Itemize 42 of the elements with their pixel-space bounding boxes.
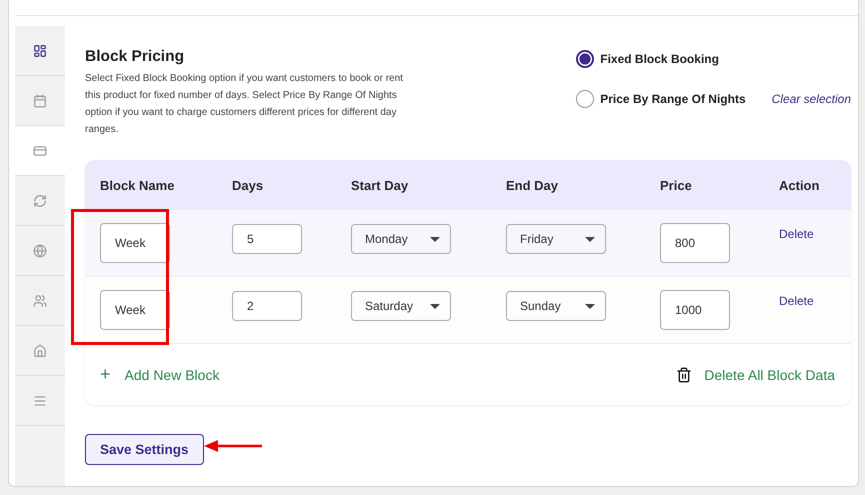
sync-icon [33,194,47,208]
arrow-icon [204,439,264,453]
column-header: Price [660,178,693,192]
days-field[interactable]: 5 [232,224,302,254]
column-header: Action [779,178,820,192]
delete-link[interactable]: Delete [779,294,851,308]
end-day-dropdown[interactable]: Sunday [506,291,606,321]
trash-icon [676,366,692,382]
people-icon [33,294,47,308]
days-field[interactable]: 2 [232,291,302,321]
save-settings-button[interactable]: Save Settings [85,434,204,465]
dashboard-icon [33,44,47,58]
start-day-dropdown[interactable]: Saturday [351,291,451,321]
radio-label: Price By Range Of Nights [600,92,746,106]
radio-button[interactable] [576,50,594,68]
radio-label: Fixed Block Booking [600,52,719,66]
caret-icon [585,304,595,308]
section-title: Block Pricing [85,48,186,66]
radio-button[interactable] [576,90,594,108]
column-header: End Day [506,178,560,192]
price-field[interactable]: 1000 [660,290,730,330]
section-description: Select Fixed Block Booking option if you want customers to book or rent this product for fixed number of days. Select Price By Range Of Nights option if you want to charge customers different prices for different day ranges. [85,72,404,137]
column-header: Start Day [351,178,410,192]
caret-icon [430,236,440,242]
clear-selection-link[interactable]: Clear selection [772,92,851,106]
globe-icon [33,244,47,258]
delete-all-link[interactable]: Delete All Block Data [676,366,835,382]
home-icon [33,344,47,358]
column-header: Block Name [100,178,176,192]
block-name-field[interactable]: Week [100,290,170,330]
start-day-dropdown[interactable]: Monday [351,224,451,254]
card-icon [33,144,47,158]
menu-icon [33,394,47,408]
add-block-link[interactable]: + Add New Block [100,364,220,385]
price-field[interactable]: 800 [660,223,730,263]
caret-icon [585,236,595,242]
caret-icon [430,304,440,308]
end-day-dropdown[interactable]: Friday [506,224,606,254]
column-header: Days [232,178,264,192]
calendar-icon [33,94,47,108]
block-name-field[interactable]: Week [100,223,170,263]
delete-link[interactable]: Delete [779,227,851,241]
